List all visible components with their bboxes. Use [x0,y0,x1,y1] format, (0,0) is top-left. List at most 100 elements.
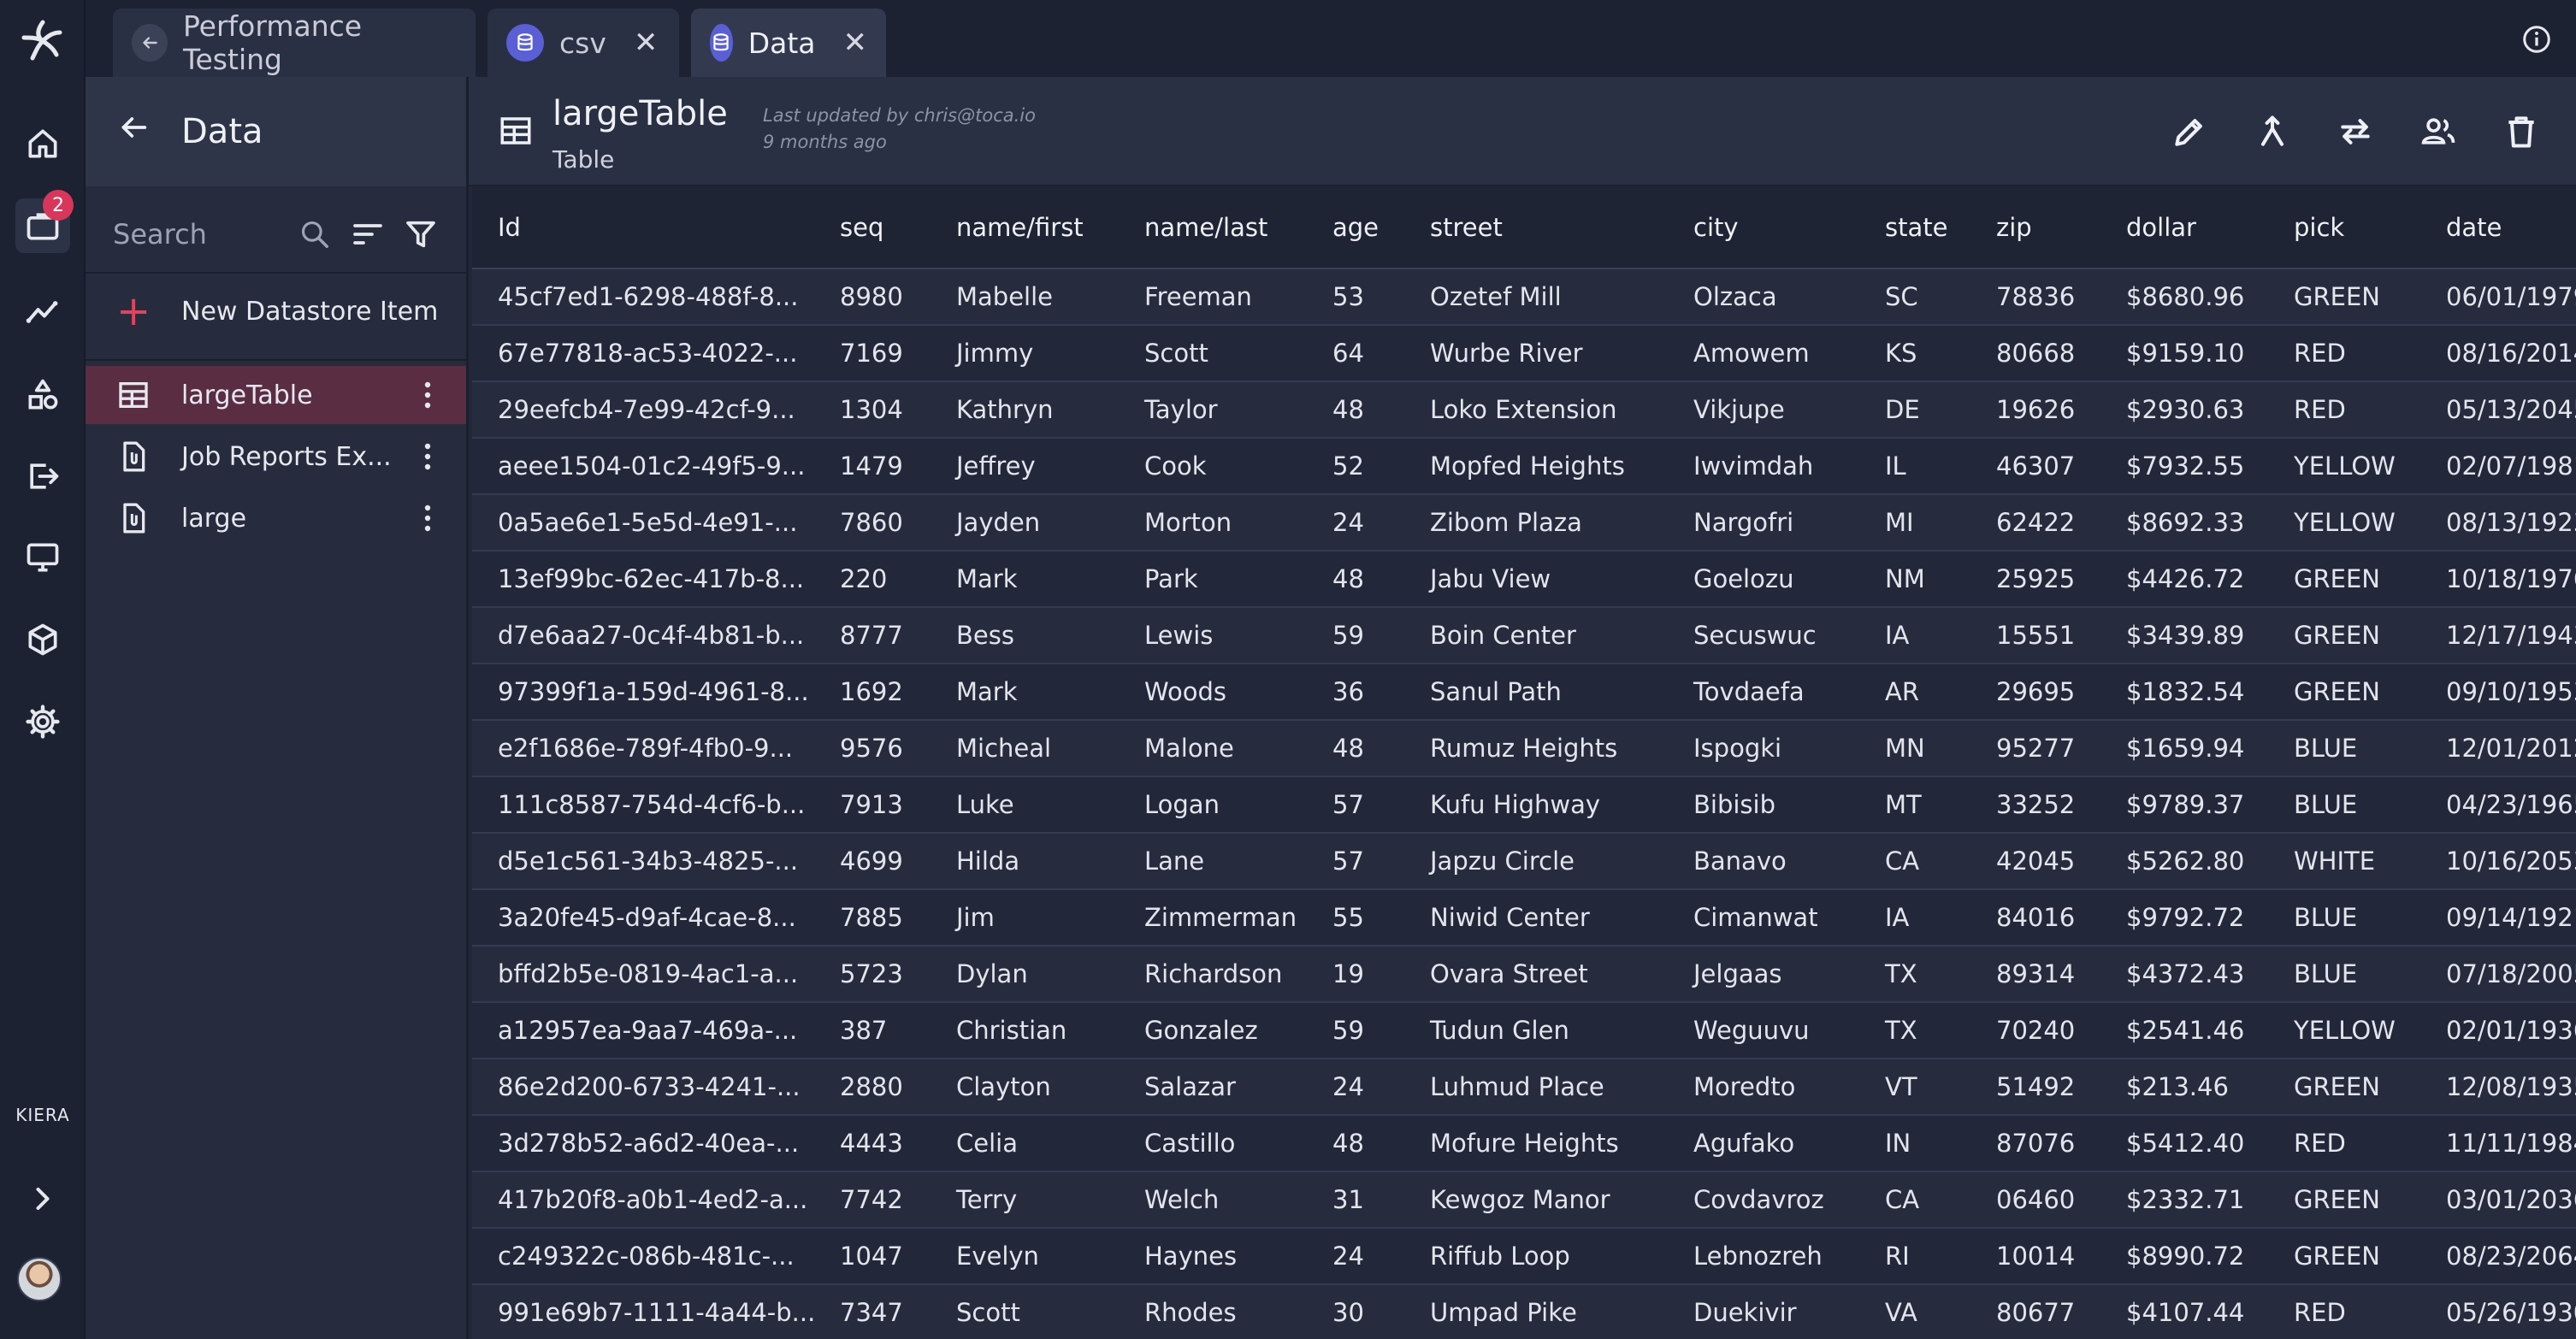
table-cell: $9789.37 [2100,776,2268,834]
new-item-label: New Datastore Item [181,296,439,327]
analytics-icon[interactable] [15,284,70,339]
table-cell: Boin Center [1404,607,1668,664]
table-row[interactable]: 67e77818-ac53-4022-... 7169 Jimmy Scott 64 Wu… [472,325,2576,382]
app-logo-icon[interactable] [19,17,67,65]
table-cell: 1047 [814,1228,931,1285]
new-datastore-item-button[interactable]: + New Datastore Item [116,291,438,332]
table-row[interactable]: 45cf7ed1-6298-488f-8... 8980 Mabelle Freema… [472,268,2576,326]
table-cell: 29eefcb4-7e99-42cf-9... [472,381,814,439]
table-icon [119,382,148,408]
more-vert-icon[interactable] [423,504,432,532]
divider [86,359,466,361]
table-cell: $7932.55 [2100,438,2268,495]
column-header[interactable]: zip [1970,186,2100,269]
table-cell: 36 [1307,664,1404,721]
expand-chevron-icon[interactable] [15,1171,70,1226]
swap-icon[interactable] [2331,108,2379,156]
table-cell: Agufako [1668,1115,1859,1172]
table-cell: 48 [1307,381,1404,439]
table-cell: YELLOW [2268,438,2420,495]
shapes-icon[interactable] [15,368,70,422]
share-users-icon[interactable] [2414,108,2462,156]
tab-performance-testing[interactable]: Performance Testing [113,9,476,77]
column-header[interactable]: date [2420,186,2576,269]
search-icon[interactable] [292,212,337,257]
table-cell: 80668 [1970,325,2100,382]
search-input[interactable] [113,218,284,251]
close-icon[interactable]: ✕ [843,26,868,60]
table-row[interactable]: 29eefcb4-7e99-42cf-9... 1304 Kathryn Taylor… [472,381,2576,439]
column-header[interactable]: pick [2268,186,2420,269]
column-header[interactable]: name/last [1119,186,1307,269]
edit-pencil-icon[interactable] [2165,108,2213,156]
settings-gear-icon[interactable] [15,694,70,749]
table-row[interactable]: 991e69b7-1111-4a44-b... 7347 Scott Rhodes 30… [472,1284,2576,1339]
table-cell: Castillo [1119,1115,1307,1172]
home-icon[interactable] [15,116,70,171]
table-row[interactable]: 3d278b52-a6d2-40ea-... 4443 Celia Castillo 4… [472,1115,2576,1172]
tab-label: csv [559,26,606,60]
table-cell: 417b20f8-a0b1-4ed2-a... [472,1171,814,1229]
column-header[interactable]: name/first [931,186,1119,269]
table-cell: MI [1859,494,1970,552]
monitor-icon[interactable] [15,530,70,585]
export-icon[interactable] [15,449,70,504]
table-cell: 8980 [814,268,931,326]
column-header[interactable]: seq [814,186,931,269]
table-cell: Amowem [1668,325,1859,382]
sort-icon[interactable] [346,212,390,257]
filter-icon[interactable] [399,212,443,257]
back-arrow-icon[interactable] [116,110,151,153]
merge-icon[interactable] [2248,108,2296,156]
table-row[interactable]: 3a20fe45-d9af-4cae-8... 7885 Jim Zimmerman 5… [472,889,2576,947]
table-cell: RED [2268,381,2420,439]
table-row[interactable]: d7e6aa27-0c4f-4b81-b... 8777 Bess Lewis 59 Bo… [472,607,2576,664]
table-row[interactable]: e2f1686e-789f-4fb0-9... 9576 Micheal Malone… [472,720,2576,777]
table-cell: CA [1859,1171,1970,1229]
table-cell: Moredto [1668,1059,1859,1116]
table-row[interactable]: c249322c-086b-481c-... 1047 Evelyn Haynes 24… [472,1228,2576,1285]
datastore-item-largetable[interactable]: largeTable [86,366,466,424]
table-row[interactable]: bffd2b5e-0819-4ac1-a... 5723 Dylan Richards… [472,946,2576,1003]
user-avatar[interactable] [17,1257,62,1301]
more-vert-icon[interactable] [423,443,432,470]
delete-trash-icon[interactable] [2497,108,2545,156]
table-row[interactable]: 0a5ae6e1-5e5d-4e91-... 7860 Jayden Morton 24… [472,494,2576,552]
tab-csv[interactable]: csv ✕ [487,9,679,77]
table-cell: Umpad Pike [1404,1284,1668,1339]
table-cell: MN [1859,720,1970,777]
table-cell: 19 [1307,946,1404,1003]
table-cell: Celia [931,1115,1119,1172]
table-row[interactable]: 86e2d200-6733-4241-... 2880 Clayton Salazar… [472,1059,2576,1116]
package-icon[interactable] [15,612,70,667]
table-cell: $5262.80 [2100,833,2268,890]
table-row[interactable]: 97399f1a-159d-4961-8... 1692 Mark Woods 36 Sa… [472,664,2576,721]
table-cell: Mabelle [931,268,1119,326]
column-header[interactable]: Id [472,186,814,269]
datastore-item-large[interactable]: large [86,489,466,547]
table-cell: 7742 [814,1171,931,1229]
table-cell: 08/13/1923 [2420,494,2576,552]
datastore-item-job-reports[interactable]: Job Reports Ex... [86,428,466,486]
table-row[interactable]: 13ef99bc-62ec-417b-8... 220 Mark Park 48 Jabu… [472,551,2576,608]
column-header[interactable]: street [1404,186,1668,269]
search-row [113,207,449,262]
table-row[interactable]: aeee1504-01c2-49f5-9... 1479 Jeffrey Cook 52… [472,438,2576,495]
tab-data[interactable]: Data ✕ [691,9,886,77]
table-cell: IL [1859,438,1970,495]
table-row[interactable]: d5e1c561-34b3-4825-... 4699 Hilda Lane 57 Jap… [472,833,2576,890]
table-cell: Jeffrey [931,438,1119,495]
info-icon[interactable] [2521,24,2552,55]
column-header[interactable]: city [1668,186,1859,269]
close-icon[interactable]: ✕ [634,26,659,60]
table-row[interactable]: 111c8587-754d-4cf6-b... 7913 Luke Logan 57 Ku… [472,776,2576,834]
column-header[interactable]: age [1307,186,1404,269]
table-cell: Jayden [931,494,1119,552]
table-cell: 59 [1307,607,1404,664]
back-arrow-icon[interactable] [132,24,168,62]
more-vert-icon[interactable] [423,381,432,409]
table-row[interactable]: a12957ea-9aa7-469a-... 387 Christian Gonzal… [472,1002,2576,1059]
table-row[interactable]: 417b20f8-a0b1-4ed2-a... 7742 Terry Welch 31 K… [472,1171,2576,1229]
column-header[interactable]: dollar [2100,186,2268,269]
column-header[interactable]: state [1859,186,1970,269]
